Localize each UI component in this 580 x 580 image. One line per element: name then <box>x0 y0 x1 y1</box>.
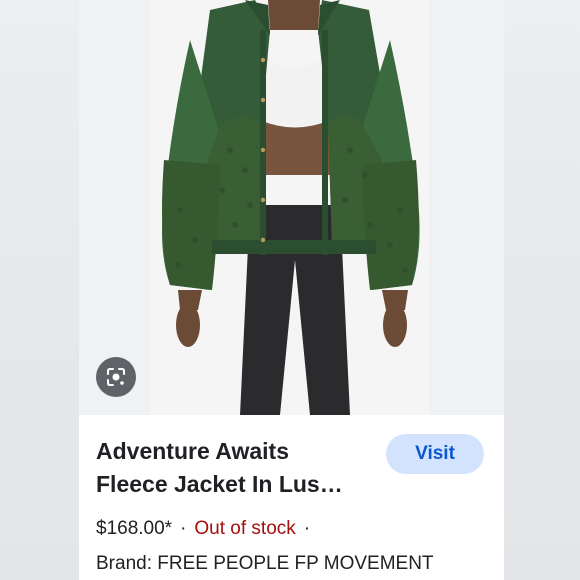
brand-row: Brand: FREE PEOPLE FP MOVEMENT <box>96 552 434 576</box>
product-title-line1: Adventure Awaits <box>96 438 289 464</box>
price-row: $168.00* · Out of stock · <box>96 517 318 541</box>
brand-label: Brand: <box>96 553 152 574</box>
lens-search-icon <box>107 368 125 386</box>
photo-gutter-right <box>429 0 504 415</box>
background-left <box>0 0 80 580</box>
separator-dot: · <box>303 518 311 539</box>
product-info: Adventure Awaits Fleece Jacket In Lus… V… <box>79 415 504 580</box>
product-image[interactable] <box>150 0 429 415</box>
separator-dot: · <box>180 518 187 539</box>
jacket-illustration <box>150 0 429 415</box>
product-title-line2: Fleece Jacket In Lus… <box>96 471 343 497</box>
photo-gutter-left <box>79 0 150 415</box>
product-title[interactable]: Adventure Awaits Fleece Jacket In Lus… <box>96 435 386 501</box>
background-right <box>500 0 580 580</box>
product-card[interactable]: Adventure Awaits Fleece Jacket In Lus… V… <box>79 0 504 580</box>
lens-search-button[interactable] <box>96 357 136 397</box>
price: $168.00* <box>96 518 173 539</box>
stock-status: Out of stock <box>194 518 296 539</box>
visit-button[interactable]: Visit <box>386 434 484 474</box>
brand-name: FREE PEOPLE FP MOVEMENT <box>157 553 434 574</box>
